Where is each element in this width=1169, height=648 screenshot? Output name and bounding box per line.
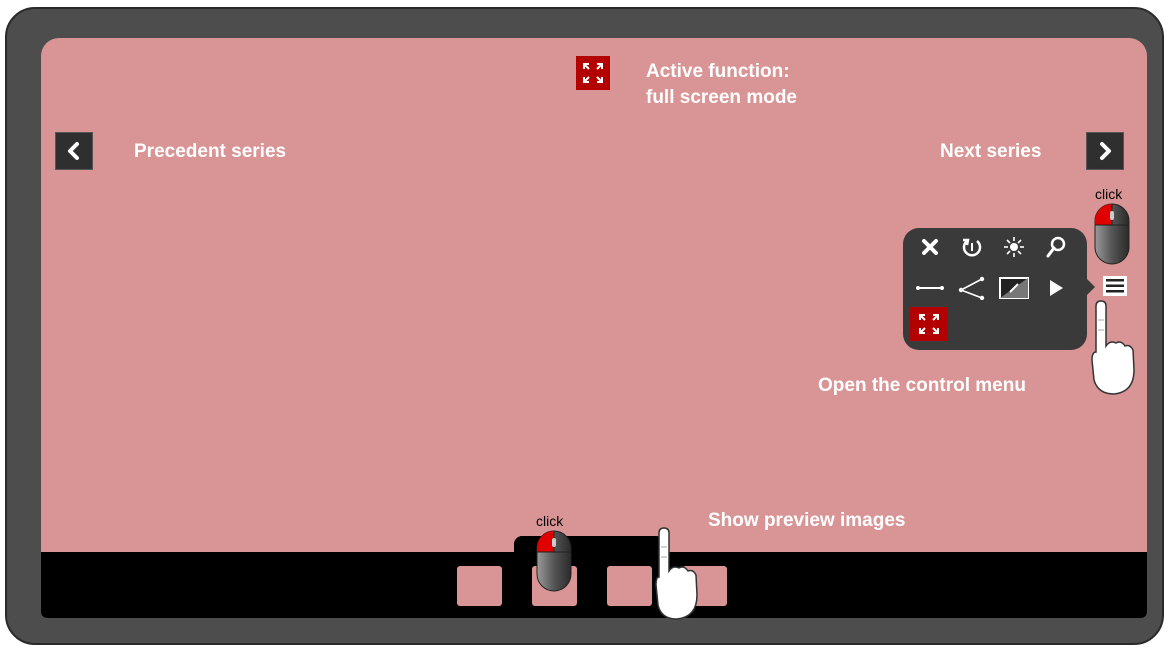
preview-bar bbox=[41, 552, 1147, 618]
preview-thumbnail[interactable] bbox=[607, 566, 652, 606]
mouse-click-icon bbox=[536, 530, 572, 592]
control-menu-button[interactable] bbox=[1097, 270, 1133, 302]
play-icon[interactable] bbox=[1040, 272, 1072, 304]
touch-hand-icon bbox=[1091, 300, 1135, 395]
click-hint-label: click bbox=[1095, 186, 1123, 202]
active-function-value: full screen mode bbox=[646, 87, 797, 108]
chevron-left-icon bbox=[68, 142, 79, 160]
chevron-right-icon bbox=[1100, 142, 1111, 160]
angle-icon[interactable] bbox=[956, 272, 988, 304]
hamburger-menu-icon bbox=[1103, 276, 1127, 296]
active-function-label: Active function: bbox=[646, 61, 790, 82]
fullscreen-icon[interactable] bbox=[910, 307, 948, 341]
open-control-menu-label: Open the control menu bbox=[818, 375, 1026, 396]
measure-line-icon[interactable] bbox=[914, 272, 946, 304]
preview-thumbnail[interactable] bbox=[457, 566, 502, 606]
fullscreen-indicator-icon bbox=[576, 56, 610, 90]
rotate-icon[interactable] bbox=[956, 231, 988, 263]
zoom-icon[interactable] bbox=[1040, 231, 1072, 263]
click-hint-label: click bbox=[536, 513, 564, 529]
next-series-label: Next series bbox=[940, 141, 1042, 162]
close-icon[interactable] bbox=[914, 231, 946, 263]
next-series-button[interactable] bbox=[1086, 132, 1124, 170]
show-preview-label: Show preview images bbox=[708, 510, 906, 531]
mouse-click-icon bbox=[1094, 203, 1130, 265]
menu-pointer bbox=[1087, 279, 1095, 295]
contrast-icon[interactable] bbox=[998, 272, 1030, 304]
brightness-icon[interactable] bbox=[998, 231, 1030, 263]
touch-hand-icon bbox=[655, 527, 698, 620]
precedent-series-label: Precedent series bbox=[134, 141, 287, 162]
previous-series-button[interactable] bbox=[55, 132, 93, 170]
